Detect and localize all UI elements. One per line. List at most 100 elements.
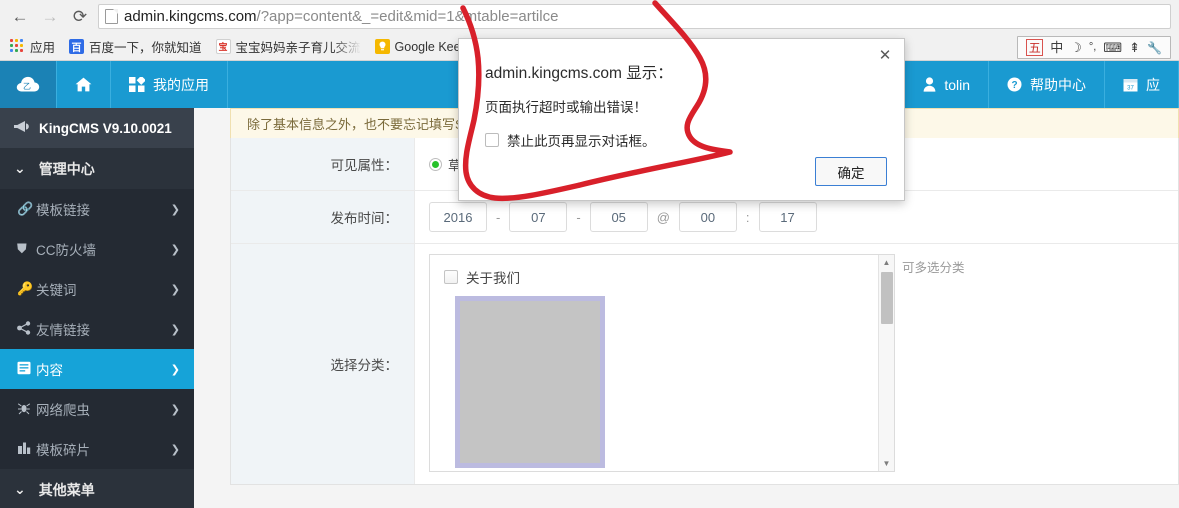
calendar-icon: 37	[1123, 77, 1138, 92]
svg-text:37: 37	[1127, 86, 1134, 92]
svg-text:乙: 乙	[23, 82, 31, 91]
confirm-button[interactable]: 确定	[815, 157, 887, 186]
sidebar-item-template-fragment[interactable]: 模板碎片 ❯	[0, 429, 194, 469]
sidebar-item-web-spider[interactable]: 网络爬虫 ❯	[0, 389, 194, 429]
checkbox-icon	[444, 270, 458, 284]
sidebar-brand[interactable]: KingCMS V9.10.0021	[0, 108, 194, 148]
category-hint: 可多选分类	[902, 261, 965, 275]
ime-punctuation-icon[interactable]: °,	[1089, 42, 1096, 53]
browser-toolbar: ← → ⟳ admin.kingcms.com/?app=content&_=e…	[0, 0, 1179, 33]
forward-icon[interactable]: →	[36, 3, 64, 31]
publish-year-input[interactable]: 2016	[429, 202, 487, 232]
dialog-suppress-checkbox[interactable]: 禁止此页再显示对话框。	[459, 116, 904, 150]
key-icon: 🔑	[17, 281, 34, 296]
scrollbar-track[interactable]	[879, 270, 894, 456]
nav-my-apps[interactable]: 我的应用	[111, 61, 228, 108]
question-icon: ?	[1007, 77, 1022, 92]
bookmark-baidu[interactable]: 百 百度一下，你就知道	[63, 36, 208, 58]
user-icon	[923, 77, 936, 92]
scroll-down-icon[interactable]: ▼	[883, 456, 891, 471]
publish-day-input[interactable]: 05	[589, 202, 648, 232]
chevron-right-icon: ❯	[170, 243, 180, 256]
sidebar-item-template-links[interactable]: 🔗 模板链接 ❯	[0, 189, 194, 229]
category-field: 关于我们 ▲ ▼ 可多选分类	[415, 244, 1178, 484]
scrollbar-thumb[interactable]	[881, 272, 893, 324]
document-icon	[17, 361, 36, 378]
grid-icon	[129, 77, 145, 92]
sidebar-brand-label: KingCMS V9.10.0021	[39, 120, 172, 136]
url-path: /?app=content&_=edit&mid=1&mtable=artilc…	[256, 8, 559, 25]
sidebar-item-label: 友情链接	[36, 323, 90, 338]
chevron-right-icon: ❯	[170, 283, 180, 296]
spider-icon	[17, 401, 36, 418]
at-separator: @	[656, 209, 670, 225]
category-selector[interactable]: 关于我们 ▲ ▼	[429, 254, 895, 472]
sidebar-group-label: 其他菜单	[38, 481, 95, 498]
scroll-up-icon[interactable]: ▲	[883, 255, 891, 270]
ime-language-icon[interactable]: 中	[1050, 41, 1063, 54]
sidebar-item-label: 模板碎片	[36, 443, 90, 458]
bookmark-label: 百度一下，你就知道	[89, 41, 202, 55]
nav-help-center[interactable]: ? 帮助中心	[989, 61, 1105, 108]
megaphone-icon	[13, 120, 30, 136]
dialog-suppress-label: 禁止此页再显示对话框。	[507, 134, 656, 149]
reload-icon[interactable]: ⟳	[66, 3, 94, 31]
nav-user[interactable]: tolin	[905, 61, 989, 108]
sidebar-group-label: 管理中心	[38, 160, 95, 177]
dialog-title: admin.kingcms.com 显示：	[485, 65, 673, 82]
cms-logo[interactable]: 乙	[0, 61, 57, 108]
nav-applications-label: 应	[1146, 76, 1160, 93]
category-item-label: 关于我们	[466, 271, 520, 286]
sidebar-item-label: 模板链接	[36, 203, 90, 218]
cloud-icon: 乙	[16, 76, 40, 93]
ime-keyboard-icon[interactable]: ⌨	[1103, 41, 1122, 54]
publish-hour-input[interactable]: 00	[678, 202, 737, 232]
sidebar-group-admin-center[interactable]: ⌄ 管理中心	[0, 148, 194, 189]
apps-grid-icon	[10, 39, 25, 54]
ime-tools-icon[interactable]: 🔧	[1147, 42, 1162, 54]
back-icon[interactable]: ←	[6, 3, 34, 31]
share-icon	[17, 320, 36, 338]
category-thumbnail-placeholder	[455, 296, 605, 468]
ime-shape-icon[interactable]: ☽	[1070, 41, 1082, 54]
publish-minute-input[interactable]: 17	[758, 202, 817, 232]
date-separator: -	[576, 209, 581, 225]
bookmark-label: 宝宝妈妈亲子育儿交流	[235, 41, 361, 55]
puzzle-icon	[17, 441, 36, 458]
sidebar: KingCMS V9.10.0021 ⌄ 管理中心 🔗 模板链接 ❯ ⛊ CC防…	[0, 108, 194, 508]
ime-toolbar[interactable]: 五 中 ☽ °, ⌨ ⇞ 🔧	[1017, 36, 1171, 59]
sidebar-item-keywords[interactable]: 🔑 关键词 ❯	[0, 269, 194, 309]
nav-user-label: tolin	[944, 76, 970, 93]
sidebar-item-content[interactable]: 内容 ❯	[0, 349, 194, 389]
time-separator: :	[745, 209, 750, 225]
category-scrollbar[interactable]: ▲ ▼	[878, 255, 894, 471]
sidebar-item-label: 内容	[36, 363, 63, 378]
chevron-right-icon: ❯	[170, 323, 180, 336]
bookmark-baby-forum[interactable]: 宝 宝宝妈妈亲子育儿交流	[210, 36, 367, 58]
url-host: admin.kingcms.com	[124, 8, 257, 25]
category-checkbox-about-us[interactable]: 关于我们	[444, 267, 884, 287]
sidebar-item-friendly-links[interactable]: 友情链接 ❯	[0, 309, 194, 349]
chevron-down-icon: ⌄	[14, 481, 26, 497]
chevron-right-icon: ❯	[170, 203, 180, 216]
close-icon[interactable]: ✕	[876, 46, 894, 64]
nav-my-apps-label: 我的应用	[153, 76, 209, 93]
nav-applications[interactable]: 37 应	[1105, 61, 1179, 108]
sidebar-item-cc-firewall[interactable]: ⛊ CC防火墙 ❯	[0, 229, 194, 269]
home-icon	[75, 77, 92, 92]
ime-extra-icon[interactable]: ⇞	[1129, 41, 1140, 54]
sidebar-item-label: 关键词	[36, 283, 77, 298]
category-label: 选择分类：	[231, 244, 415, 484]
chevron-down-icon: ⌄	[14, 160, 26, 176]
page-info-icon	[105, 9, 118, 24]
screenshot-root: ← → ⟳ admin.kingcms.com/?app=content&_=e…	[0, 0, 1179, 508]
nav-home[interactable]	[57, 61, 111, 108]
publish-month-input[interactable]: 07	[509, 202, 568, 232]
address-bar[interactable]: admin.kingcms.com/?app=content&_=edit&mi…	[98, 4, 1171, 29]
bookmark-apps[interactable]: 应用	[4, 36, 61, 58]
dialog-message: 页面执行超时或输出错误！	[485, 100, 647, 115]
ime-mode-icon[interactable]: 五	[1026, 39, 1044, 56]
sidebar-group-other-menu[interactable]: ⌄ 其他菜单	[0, 469, 194, 508]
dialog-actions: 确定	[815, 157, 887, 186]
nav-help-label: 帮助中心	[1030, 76, 1086, 93]
